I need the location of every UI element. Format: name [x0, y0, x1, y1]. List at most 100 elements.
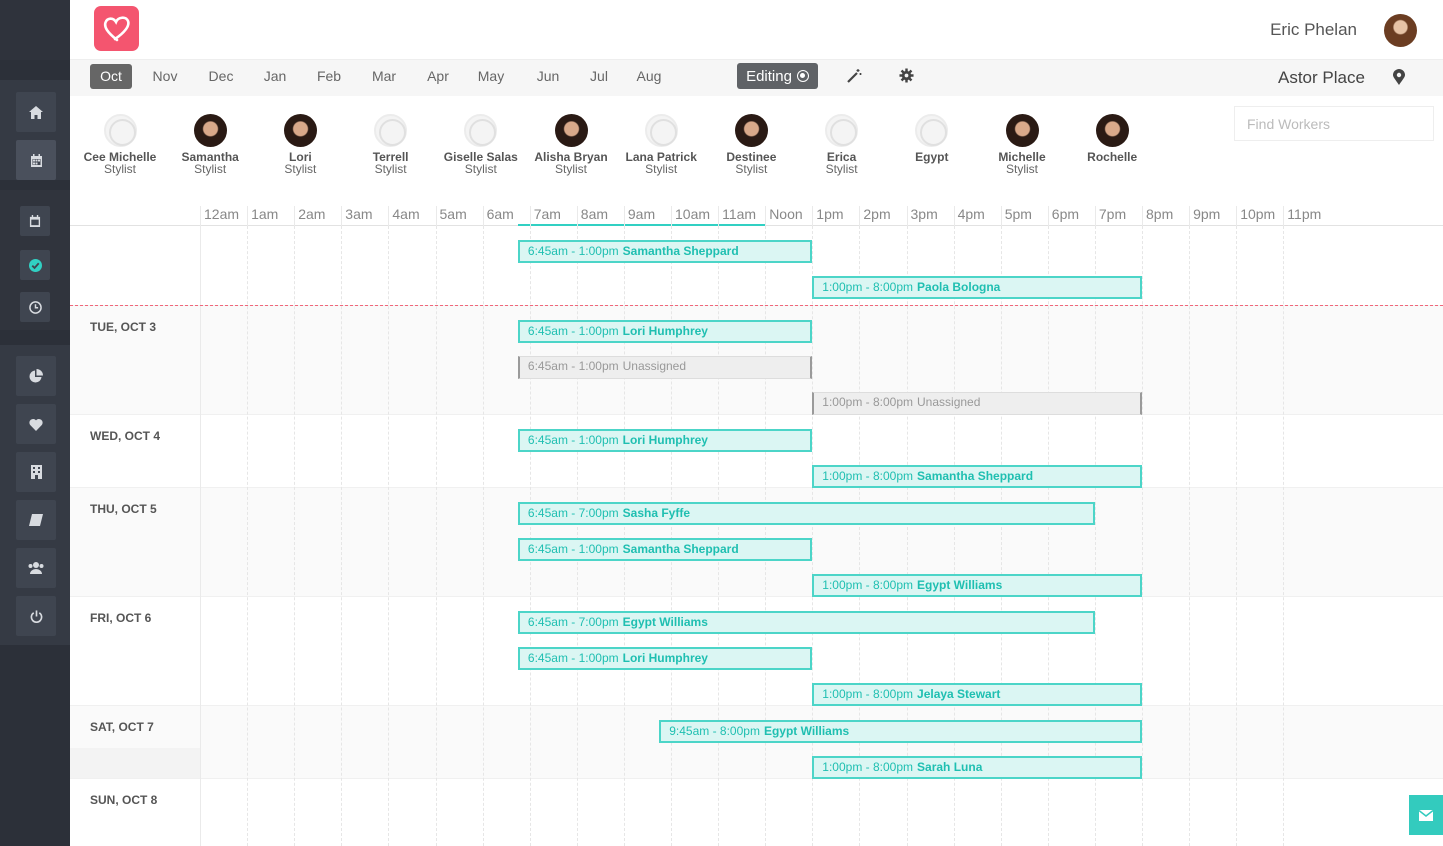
hour-gridline [812, 226, 814, 846]
calendar-icon[interactable] [16, 140, 56, 180]
shift-worker: Lori Humphrey [622, 324, 708, 338]
shift-time: 6:45am - 1:00pm [527, 244, 619, 258]
hour-label: 5pm [1000, 206, 1032, 226]
month-tab-jan[interactable]: Jan [254, 64, 296, 89]
hour-label: 7am [529, 206, 561, 226]
worker-card[interactable]: Cee Michelle Stylist [70, 114, 170, 175]
sidebar-group-tools [0, 345, 70, 645]
worker-card[interactable]: Michelle Stylist [972, 114, 1072, 175]
worker-role: Stylist [464, 162, 497, 176]
hour-gridline [1283, 226, 1285, 846]
shift-time: 1:00pm - 8:00pm [822, 469, 914, 483]
shift-time: 6:45am - 7:00pm [527, 615, 619, 629]
month-tab-oct[interactable]: Oct [90, 64, 132, 89]
month-tab-may[interactable]: May [470, 64, 512, 89]
editing-button[interactable]: Editing [737, 63, 818, 89]
month-tab-apr[interactable]: Apr [417, 64, 459, 89]
users-icon[interactable] [16, 548, 56, 588]
hour-label: 3pm [906, 206, 938, 226]
shift-block[interactable]: 9:45am - 8:00pm Egypt Williams [659, 720, 1142, 743]
hour-label: 12am [200, 206, 239, 226]
month-tab-aug[interactable]: Aug [628, 64, 670, 89]
worker-role: Stylist [194, 162, 227, 176]
app-logo[interactable] [94, 6, 139, 51]
shift-worker: Sasha Fyffe [622, 506, 690, 520]
month-tab-feb[interactable]: Feb [308, 64, 350, 89]
worker-card[interactable]: Samantha Stylist [160, 114, 260, 175]
check-circle-icon[interactable] [20, 250, 50, 280]
top-header: Eric Phelan [70, 0, 1443, 60]
shift-block[interactable]: 6:45am - 1:00pm Lori Humphrey [517, 647, 813, 670]
month-tab-mar[interactable]: Mar [363, 64, 405, 89]
day-label: TUE, OCT 3 [90, 320, 157, 334]
worker-card[interactable]: Erica Stylist [792, 114, 892, 175]
power-icon[interactable] [16, 596, 56, 636]
worker-role: Stylist [284, 162, 317, 176]
hour-gridline [1094, 226, 1096, 846]
building-icon[interactable] [16, 452, 56, 492]
unassigned-shift[interactable]: 1:00pm - 8:00pm Unassigned [812, 392, 1142, 415]
worker-card[interactable]: Giselle Salas Stylist [431, 114, 531, 175]
home-icon[interactable] [16, 92, 56, 132]
shift-block[interactable]: 1:00pm - 8:00pm Jelaya Stewart [812, 683, 1142, 706]
hour-gridline [341, 226, 343, 846]
shift-block[interactable]: 6:45am - 1:00pm Samantha Sheppard [517, 240, 813, 263]
map-pin-icon[interactable] [1393, 69, 1407, 85]
hour-gridline [765, 226, 767, 846]
shift-block[interactable]: 1:00pm - 8:00pm Paola Bologna [812, 276, 1142, 299]
user-avatar[interactable] [1384, 14, 1417, 47]
worker-avatar [283, 114, 317, 147]
hour-gridline [482, 226, 484, 846]
worker-card[interactable]: Egypt [882, 114, 982, 163]
shift-block[interactable]: 1:00pm - 8:00pm Samantha Sheppard [812, 465, 1142, 488]
mail-icon[interactable] [1409, 795, 1443, 835]
shift-block[interactable]: 6:45am - 7:00pm Sasha Fyffe [517, 502, 1095, 525]
worker-card[interactable]: Destinee Stylist [701, 114, 801, 175]
worker-card[interactable]: Rochelle [1062, 114, 1162, 163]
worker-card[interactable]: Lana Patrick Stylist [611, 114, 711, 175]
month-tab-nov[interactable]: Nov [144, 64, 186, 89]
hour-gridline [906, 226, 908, 846]
worker-card[interactable]: Lori Stylist [250, 114, 350, 175]
gear-icon[interactable] [899, 68, 915, 84]
shift-time: 1:00pm - 8:00pm [822, 760, 914, 774]
hour-label: 2am [294, 206, 325, 226]
shift-worker: Lori Humphrey [622, 651, 708, 665]
find-workers-input[interactable] [1234, 106, 1434, 141]
hour-label: Noon [765, 206, 803, 226]
shift-time: 9:45am - 8:00pm [669, 724, 760, 738]
heart-icon[interactable] [16, 404, 56, 444]
toolbar: Oct Nov Dec Jan Feb Mar Apr May Jun Jul Aug Editin… [70, 60, 1443, 96]
schedule-grid: TUE, OCT 3 WED, OCT 4 THU, OCT 5 FRI, OCT 6… [70, 226, 1443, 846]
hour-label: 3am [341, 206, 373, 226]
hour-label: 7pm [1094, 206, 1126, 226]
shift-block[interactable]: 6:45am - 1:00pm Lori Humphrey [517, 320, 813, 343]
hour-gridline [671, 226, 672, 846]
hour-label: 4am [388, 206, 420, 226]
timeline-hours: 12am 1am 2am 3am 4am 5am 6am 7am 8am 9am 10am 11am N… [70, 198, 1443, 226]
unassigned-shift[interactable]: 6:45am - 1:00pm Unassigned [517, 356, 813, 379]
hour-gridline [1189, 226, 1191, 846]
user-name[interactable]: Eric Phelan [1270, 20, 1357, 40]
month-tab-jul[interactable]: Jul [578, 64, 620, 89]
clock-icon[interactable] [20, 292, 50, 322]
schedule-icon[interactable] [20, 206, 50, 236]
worker-avatar [644, 114, 678, 147]
hour-label: 11pm [1283, 206, 1321, 226]
editing-label: Editing [746, 67, 792, 85]
worker-card[interactable]: Terrell Stylist [341, 114, 441, 175]
worker-card[interactable]: Alisha Bryan Stylist [521, 114, 621, 175]
shift-block[interactable]: 6:45am - 1:00pm Lori Humphrey [517, 429, 813, 452]
month-tab-dec[interactable]: Dec [200, 64, 242, 89]
pie-chart-icon[interactable] [16, 356, 56, 396]
worker-avatar [103, 114, 137, 147]
month-tab-jun[interactable]: Jun [527, 64, 569, 89]
book-icon[interactable] [16, 500, 56, 540]
shift-block[interactable]: 1:00pm - 8:00pm Sarah Luna [812, 756, 1142, 779]
shift-block[interactable]: 6:45am - 1:00pm Samantha Sheppard [517, 538, 813, 561]
magic-wand-icon[interactable] [846, 68, 862, 84]
shift-block[interactable]: 6:45am - 7:00pm Egypt Williams [517, 611, 1095, 634]
shift-block[interactable]: 1:00pm - 8:00pm Egypt Williams [812, 574, 1142, 597]
shift-time: 6:45am - 7:00pm [527, 506, 619, 520]
location-name[interactable]: Astor Place [1278, 68, 1365, 88]
